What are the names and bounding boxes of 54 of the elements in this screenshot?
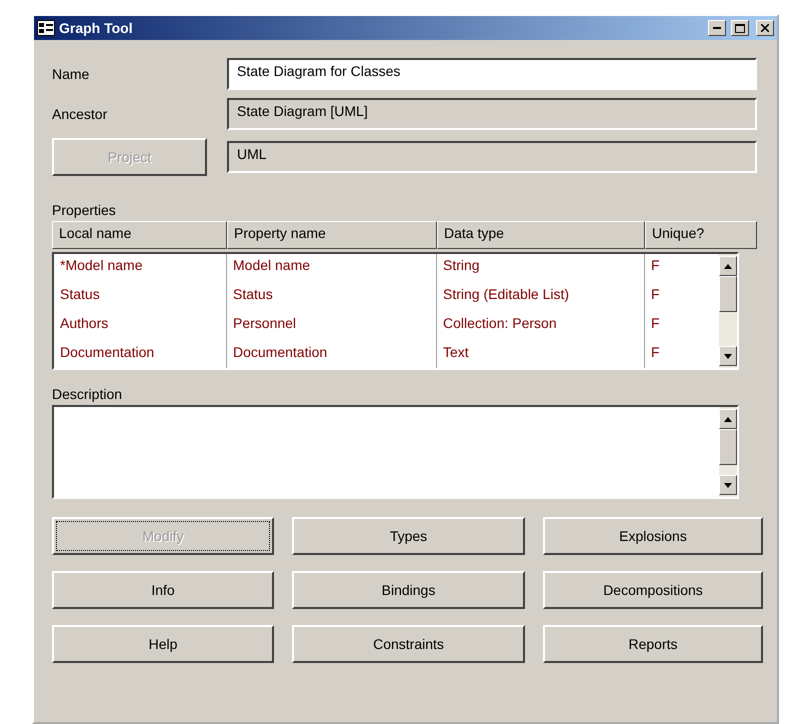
table-cell: Documentation <box>54 341 227 368</box>
column-header[interactable]: Data type <box>437 221 645 249</box>
scroll-down-button[interactable] <box>719 475 737 495</box>
text-field[interactable]: State Diagram for Classes <box>227 58 757 90</box>
up-arrow-icon <box>724 264 732 268</box>
table-cell: Authors <box>54 312 227 341</box>
scroll-up-button[interactable] <box>719 409 737 429</box>
maximize-icon <box>735 24 745 32</box>
description-field[interactable] <box>52 405 739 499</box>
down-arrow-icon <box>724 482 732 488</box>
app-icon <box>37 20 55 36</box>
scroll-thumb[interactable] <box>719 429 737 465</box>
scroll-up-button[interactable] <box>719 256 737 276</box>
table-cell: Status <box>54 283 227 312</box>
table-cell: Text <box>437 341 645 368</box>
table-cell: Status <box>227 283 437 312</box>
window-title: Graph Tool <box>59 20 134 36</box>
table-cell: String <box>437 254 645 283</box>
section-label: Description <box>52 386 124 402</box>
scrollbar[interactable] <box>719 407 737 497</box>
scrollbar[interactable] <box>719 254 737 368</box>
minimize-icon <box>713 27 721 29</box>
action-button[interactable]: Explosions <box>543 517 763 555</box>
table-cell: Personnel <box>227 312 437 341</box>
table-cell-text: F <box>650 314 661 333</box>
table-cell-text: F <box>650 285 661 304</box>
field-label: Ancestor <box>52 106 108 122</box>
action-button[interactable]: Constraints <box>292 625 525 663</box>
maximize-button[interactable] <box>731 20 749 36</box>
minimize-button[interactable] <box>708 20 726 36</box>
table-cell: Documentation <box>227 341 437 368</box>
column-header[interactable]: Unique? <box>645 221 757 249</box>
table-cell: Model name <box>227 254 437 283</box>
table-cell: String (Editable List) <box>437 283 645 312</box>
close-icon <box>761 24 769 32</box>
section-label: Properties <box>52 202 117 218</box>
column-header[interactable]: Property name <box>227 221 437 249</box>
action-button[interactable]: Decompositions <box>543 571 763 609</box>
action-button[interactable]: Info <box>52 571 274 609</box>
close-button[interactable] <box>756 20 774 36</box>
table-cell-text: F <box>650 343 661 362</box>
scroll-thumb[interactable] <box>719 276 737 312</box>
table-cell-text: F <box>650 256 661 275</box>
action-button[interactable]: Help <box>52 625 274 663</box>
up-arrow-icon <box>724 416 732 422</box>
column-header[interactable]: Local name <box>52 221 227 249</box>
scroll-down-button[interactable] <box>719 346 737 366</box>
field-label: Name <box>52 66 90 82</box>
table-cell: *Model name <box>54 254 227 283</box>
down-arrow-icon <box>724 354 732 358</box>
action-button[interactable]: Types <box>292 517 525 555</box>
action-button[interactable]: Reports <box>543 625 763 663</box>
action-button[interactable]: Bindings <box>292 571 525 609</box>
table-cell: Collection: Person <box>437 312 645 341</box>
